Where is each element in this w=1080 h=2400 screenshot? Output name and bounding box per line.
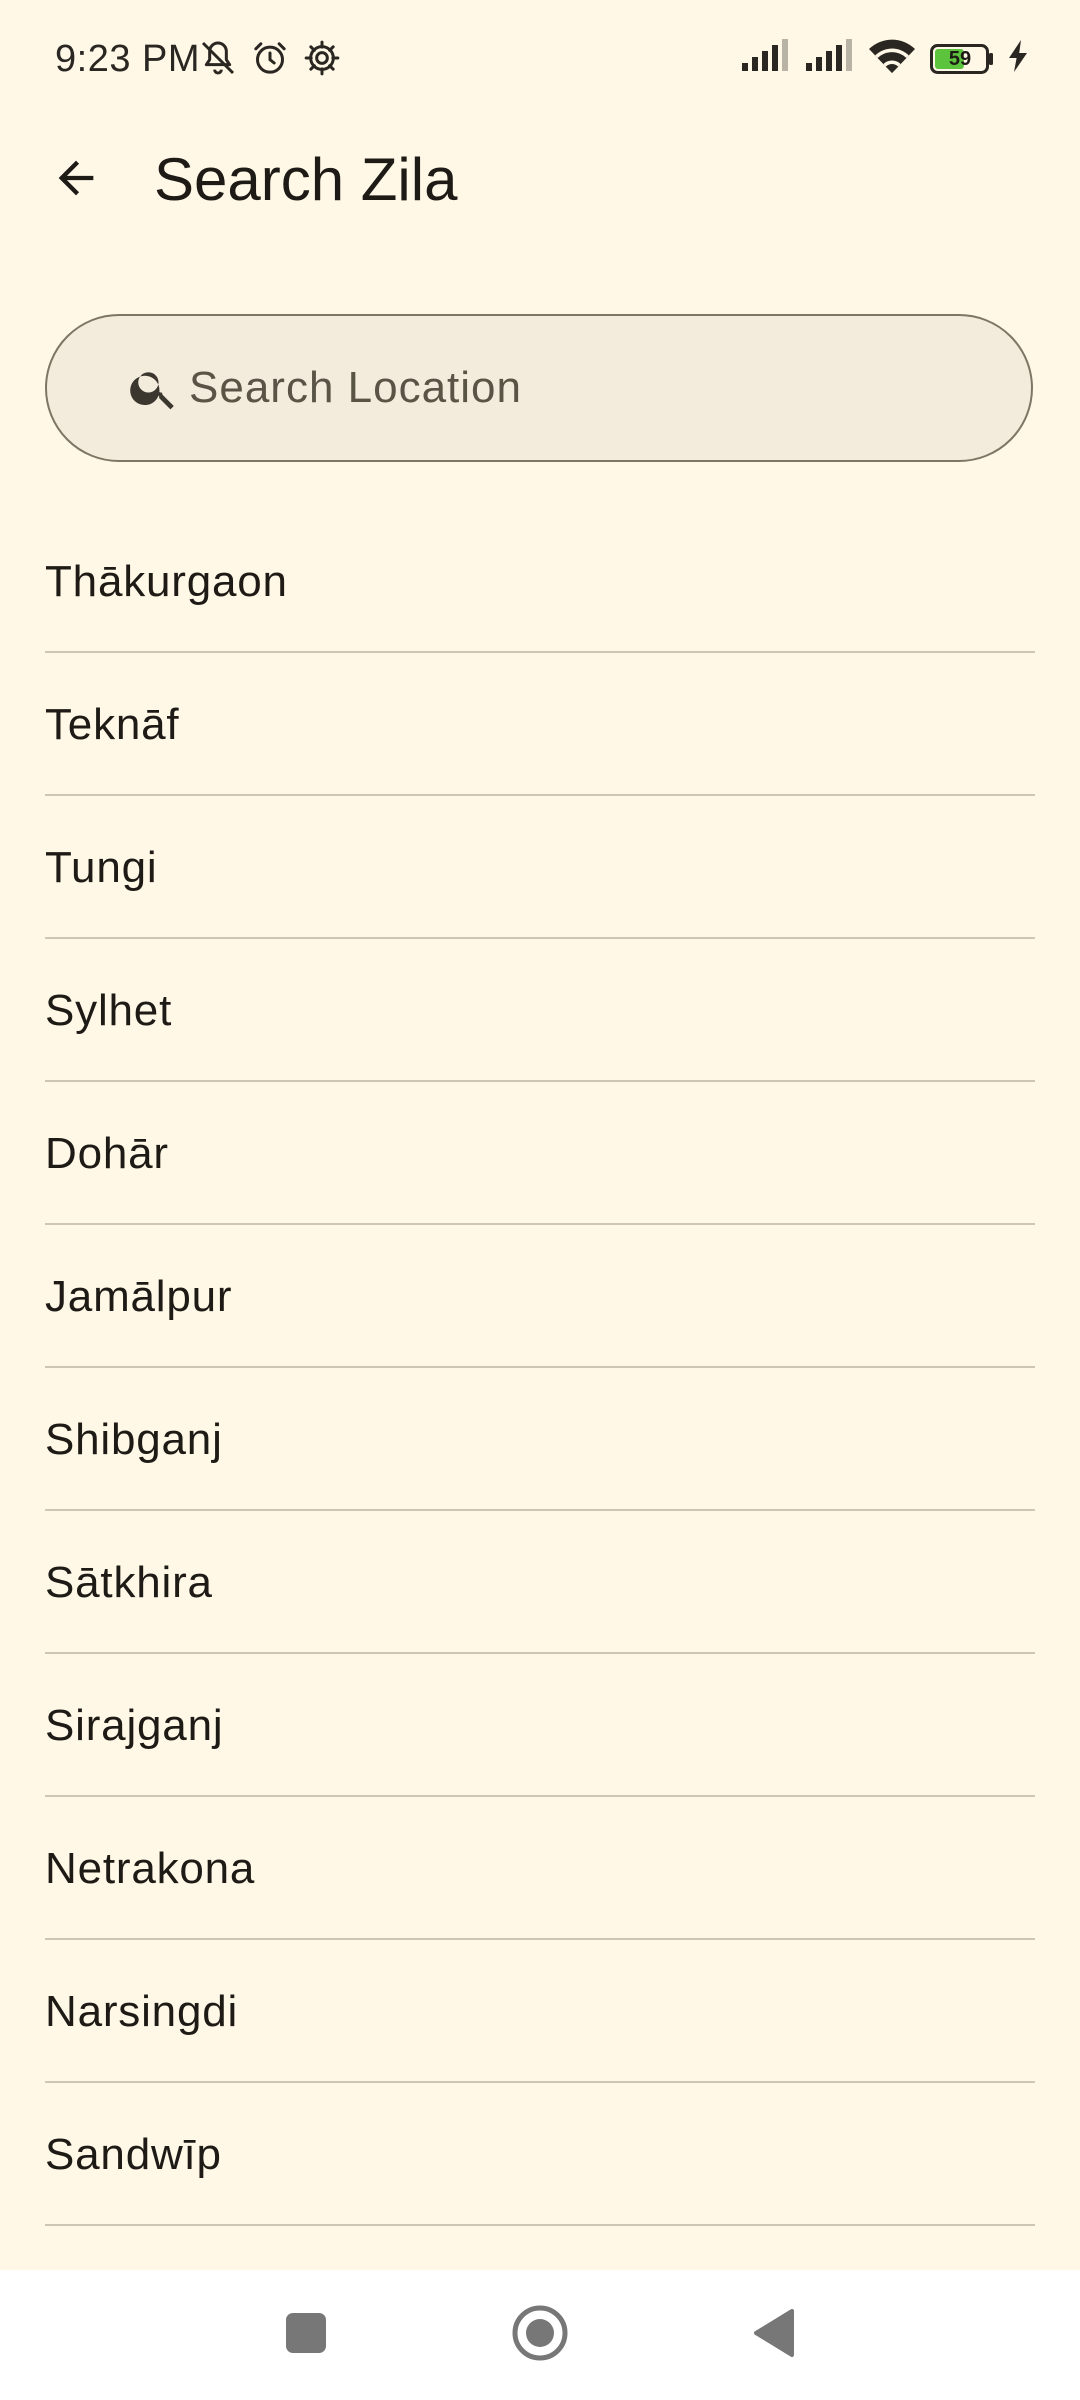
battery-icon: 59 [930, 43, 994, 74]
home-button[interactable] [500, 2295, 580, 2375]
list-item[interactable]: Netrakona [45, 1797, 1035, 1940]
location-name: Thākurgaon [45, 557, 288, 606]
list-item[interactable]: Dohār [45, 1082, 1035, 1225]
search-field[interactable] [45, 314, 1033, 462]
status-bar: 9:23 PM 59 [0, 0, 1080, 120]
search-input[interactable] [189, 316, 989, 460]
back-button[interactable] [38, 142, 114, 218]
list-item[interactable]: Narsingdi [45, 1940, 1035, 2083]
page-title: Search Zila [154, 146, 458, 213]
list-item[interactable]: Sylhet [45, 939, 1035, 1082]
signal-icon [804, 39, 854, 78]
screen: 9:23 PM 59 Search Zila Search Location T… [0, 0, 1080, 2400]
battery-level: 59 [948, 47, 972, 70]
location-name: Jamālpur [45, 1272, 233, 1321]
navigation-bar [0, 2270, 1080, 2400]
list-item[interactable]: Jamālpur [45, 1225, 1035, 1368]
settings-icon [302, 38, 342, 83]
location-name: Tungi [45, 843, 158, 892]
bell-off-icon [198, 38, 238, 83]
location-name: Teknāf [45, 700, 180, 749]
location-name: Sandwīp [45, 2130, 222, 2179]
search-icon [127, 361, 181, 415]
location-name: Sylhet [45, 986, 173, 1035]
location-name: Netrakona [45, 1844, 256, 1893]
list-item[interactable]: Sātkhira [45, 1511, 1035, 1654]
list-item[interactable]: Sandwīp [45, 2083, 1035, 2226]
back-icon [752, 2308, 796, 2363]
location-name: Sirajganj [45, 1701, 224, 1750]
alarm-icon [250, 38, 290, 83]
system-back-button[interactable] [734, 2295, 814, 2375]
list-item[interactable]: Sirajganj [45, 1654, 1035, 1797]
recents-icon [284, 2311, 328, 2360]
location-list: Thākurgaon Teknāf Tungi Sylhet Dohār Jamālpur… [45, 510, 1035, 2226]
location-name: Dohār [45, 1129, 169, 1178]
list-item[interactable]: Tungi [45, 796, 1035, 939]
signal-icon [740, 39, 790, 78]
recents-button[interactable] [266, 2295, 346, 2375]
list-item[interactable]: Shibganj [45, 1368, 1035, 1511]
top-app-bar: Search Zila [0, 120, 1080, 240]
arrow-back-icon [50, 152, 102, 209]
status-right-icons: 59 [740, 38, 1028, 79]
status-time: 9:23 PM [55, 38, 201, 80]
list-item[interactable]: Thākurgaon [45, 510, 1035, 653]
charging-icon [1008, 40, 1028, 77]
location-name: Shibganj [45, 1415, 223, 1464]
location-name: Sātkhira [45, 1558, 213, 1607]
status-left-icons [198, 38, 342, 83]
home-icon [511, 2304, 569, 2367]
wifi-icon [868, 38, 916, 79]
location-name: Narsingdi [45, 1987, 239, 2036]
list-item[interactable]: Teknāf [45, 653, 1035, 796]
